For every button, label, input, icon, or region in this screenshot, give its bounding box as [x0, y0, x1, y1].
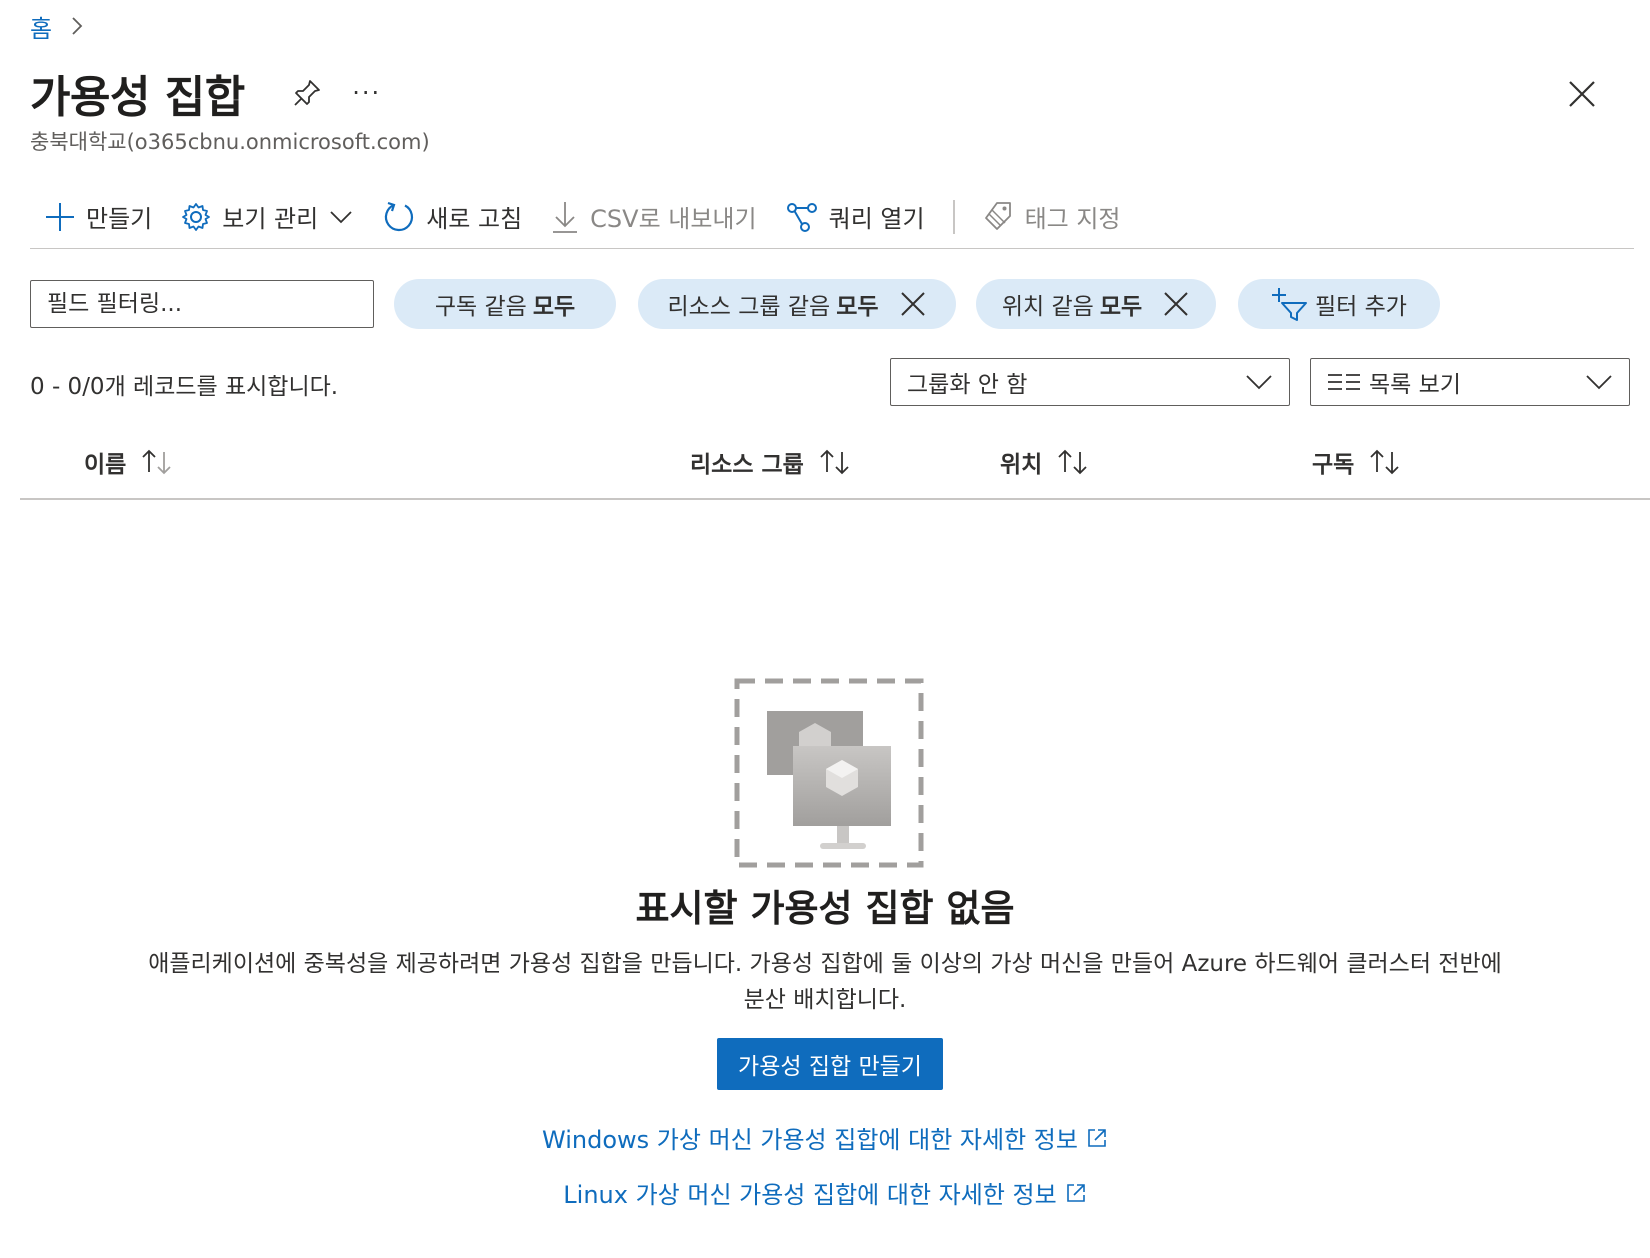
query-icon	[786, 202, 817, 232]
filter-resource-group-label: 리소스 그룹 같음	[667, 294, 831, 320]
export-csv-label: CSV로 내보내기	[590, 205, 757, 233]
chevron-right-icon	[72, 17, 83, 35]
field-filter-input[interactable]	[30, 280, 374, 328]
manage-view-button[interactable]: 보기 관리	[166, 192, 368, 242]
refresh-label: 새로 고침	[426, 205, 523, 233]
title-row: 가용성 집합 ···	[30, 58, 387, 128]
grid-header: 이름 리소스 그룹 위치 구독	[20, 432, 1650, 500]
column-header-name[interactable]: 이름	[84, 442, 174, 482]
filter-subscription-label: 구독 같음	[434, 294, 527, 320]
sort-icon	[1370, 449, 1399, 475]
add-filter-label: 필터 추가	[1315, 294, 1407, 320]
page-title: 가용성 집합	[30, 72, 245, 123]
learn-more-windows-text: Windows 가상 머신 가용성 집합에 대한 자세한 정보	[542, 1126, 1078, 1154]
assign-tags-label: 태그 지정	[1024, 205, 1121, 233]
column-name-label: 이름	[84, 452, 127, 478]
chevron-down-icon	[330, 210, 352, 223]
close-icon[interactable]	[899, 290, 927, 318]
sort-icon	[1058, 449, 1087, 475]
external-link-icon	[1066, 1183, 1085, 1202]
filter-resource-group-value: 모두	[836, 294, 879, 320]
open-query-label: 쿼리 열기	[828, 205, 925, 233]
manage-view-label: 보기 관리	[222, 205, 319, 233]
assign-tags-button[interactable]: 태그 지정	[969, 192, 1135, 242]
learn-more-linux-text: Linux 가상 머신 가용성 집합에 대한 자세한 정보	[563, 1181, 1057, 1209]
open-query-button[interactable]: 쿼리 열기	[771, 192, 939, 242]
close-icon[interactable]	[1162, 290, 1190, 318]
column-resource-group-label: 리소스 그룹	[690, 452, 804, 478]
refresh-button[interactable]: 새로 고침	[368, 192, 536, 242]
pin-icon[interactable]	[287, 73, 327, 113]
create-label: 만들기	[86, 205, 153, 233]
gear-icon	[182, 202, 211, 231]
command-bar: 만들기 보기 관리 새로 고침 CSV로 내보내기 쿼리 열기 태그 지정	[30, 185, 1634, 249]
filter-add-icon	[1272, 288, 1308, 321]
column-header-location[interactable]: 위치	[1000, 442, 1090, 482]
column-subscription-label: 구독	[1312, 452, 1355, 478]
export-csv-button[interactable]: CSV로 내보내기	[536, 192, 770, 242]
filter-pill-subscription[interactable]: 구독 같음 모두	[394, 279, 616, 329]
tag-icon	[984, 201, 1011, 230]
empty-state-description: 애플리케이션에 중복성을 제공하려면 가용성 집합을 만듭니다. 가용성 집합에…	[148, 951, 1502, 1013]
empty-state-title: 표시할 가용성 집합 없음	[635, 887, 1015, 930]
filter-pill-location[interactable]: 위치 같음 모두	[976, 279, 1216, 329]
breadcrumb-home-link[interactable]: 홈	[30, 9, 52, 44]
add-filter-button[interactable]: 필터 추가	[1238, 279, 1440, 329]
close-icon[interactable]	[1562, 74, 1602, 114]
create-button[interactable]: 만들기	[30, 192, 166, 242]
view-value: 목록 보기	[1369, 372, 1461, 398]
external-link-icon	[1088, 1128, 1106, 1147]
page-subtitle: 충북대학교(o365cbnu.onmicrosoft.com)	[30, 130, 430, 154]
column-location-label: 위치	[1000, 452, 1043, 478]
breadcrumb: 홈	[30, 8, 88, 44]
learn-more-linux-link[interactable]: Linux 가상 머신 가용성 집합에 대한 자세한 정보	[0, 1175, 1650, 1210]
list-icon	[1328, 374, 1360, 390]
availability-set-illustration	[734, 678, 924, 868]
filter-location-label: 위치 같음	[1001, 294, 1094, 320]
grouping-value: 그룹화 안 함	[907, 372, 1028, 398]
filter-pill-resource-group[interactable]: 리소스 그룹 같음 모두	[638, 279, 956, 329]
column-header-subscription[interactable]: 구독	[1312, 442, 1402, 482]
more-actions-button[interactable]: ···	[347, 73, 387, 113]
grouping-dropdown[interactable]: 그룹화 안 함	[890, 358, 1290, 406]
record-count: 0 - 0/0개 레코드를 표시합니다.	[30, 374, 339, 400]
chevron-down-icon	[1246, 375, 1272, 390]
filter-subscription-value: 모두	[532, 294, 576, 320]
refresh-icon	[385, 201, 414, 231]
sort-icon	[142, 449, 171, 475]
chevron-down-icon	[1586, 375, 1612, 390]
download-icon	[553, 201, 578, 233]
learn-more-windows-link[interactable]: Windows 가상 머신 가용성 집합에 대한 자세한 정보	[0, 1120, 1650, 1155]
filter-location-value: 모두	[1099, 294, 1143, 320]
create-availability-set-button[interactable]: 가용성 집합 만들기	[717, 1038, 943, 1090]
column-header-resource-group[interactable]: 리소스 그룹	[690, 442, 852, 482]
sort-icon	[820, 449, 849, 475]
toolbar-divider	[952, 199, 955, 234]
view-dropdown[interactable]: 목록 보기	[1310, 358, 1630, 406]
plus-icon	[46, 202, 74, 231]
